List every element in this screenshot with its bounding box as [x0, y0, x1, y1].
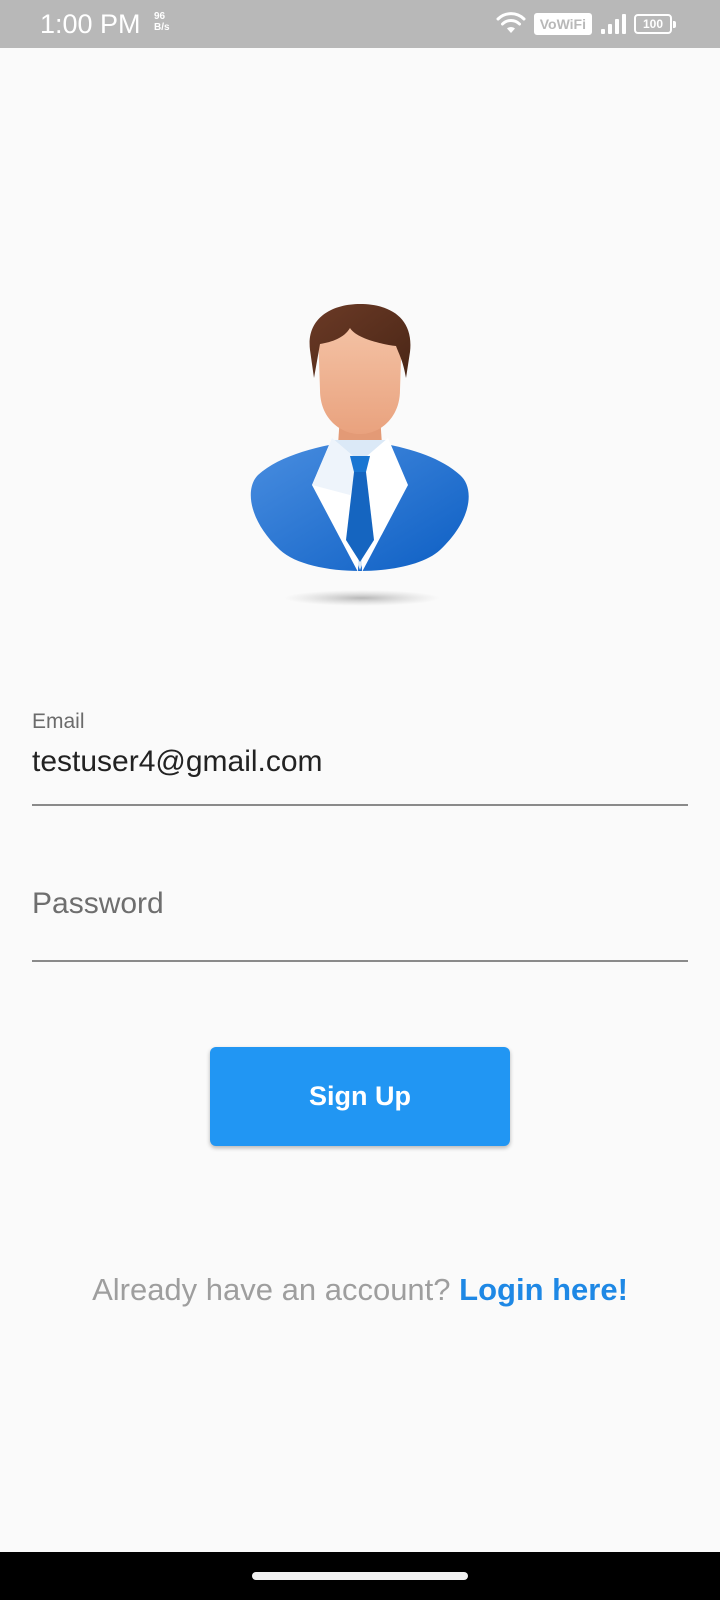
email-input[interactable] [32, 740, 688, 784]
email-underline [32, 804, 688, 806]
email-label: Email [32, 710, 85, 733]
status-icons: VoWiFi 100 [496, 10, 676, 38]
login-prompt-text: Already have an account? [92, 1272, 460, 1307]
network-speed-value: 96 [154, 11, 166, 22]
login-prompt: Already have an account? Login here! [0, 1268, 720, 1312]
sign-up-button[interactable]: Sign Up [210, 1047, 510, 1146]
status-bar: 1:00 PM 96 B/s VoWiFi 100 [0, 0, 720, 48]
cellular-signal-icon [600, 13, 626, 35]
login-link[interactable]: Login here! [459, 1272, 628, 1307]
navigation-bar [0, 1552, 720, 1600]
password-input[interactable] [32, 882, 688, 926]
password-underline [32, 960, 688, 962]
network-speed-indicator: 96 B/s [154, 11, 178, 33]
battery-level: 100 [642, 17, 664, 31]
vowifi-badge: VoWiFi [533, 13, 592, 35]
battery-icon: 100 [634, 14, 676, 34]
email-field: Email [32, 700, 688, 806]
user-avatar-icon [240, 300, 480, 620]
status-time: 1:00 PM [40, 9, 141, 39]
network-speed-unit: B/s [154, 22, 170, 33]
password-field [32, 860, 688, 964]
wifi-icon [496, 12, 526, 36]
home-gesture-handle[interactable] [252, 1572, 468, 1580]
